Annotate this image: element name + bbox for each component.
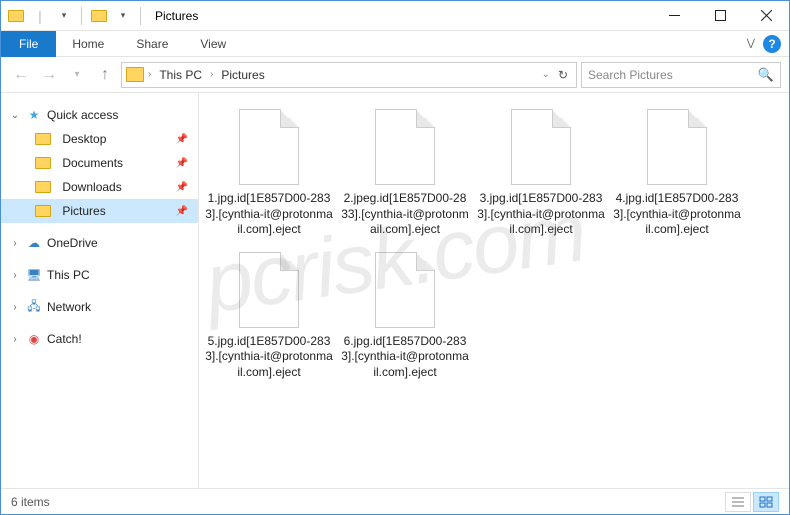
pin-icon: 📌	[176, 134, 188, 145]
star-icon: ★	[25, 108, 43, 122]
up-button[interactable]: ↑	[93, 63, 117, 87]
address-bar[interactable]: › This PC › Pictures ⌄ ↻	[121, 62, 577, 88]
sidebar-item-onedrive[interactable]: › ☁ OneDrive	[1, 231, 198, 255]
status-count: 6 items	[11, 495, 50, 509]
folder-icon	[35, 181, 51, 193]
quick-access-toolbar: | ▾ ▾	[1, 5, 149, 27]
file-item[interactable]: 3.jpg.id[1E857D00-2833].[cynthia-it@prot…	[477, 109, 605, 238]
sidebar-item-pictures[interactable]: Pictures 📌	[1, 199, 198, 223]
expand-ribbon-icon[interactable]: ⋁	[747, 38, 755, 49]
sidebar-item-downloads[interactable]: Downloads 📌	[1, 175, 198, 199]
tab-share[interactable]: Share	[120, 31, 184, 57]
file-item[interactable]: 4.jpg.id[1E857D00-2833].[cynthia-it@prot…	[613, 109, 741, 238]
folder-icon	[126, 67, 144, 82]
window-title: Pictures	[155, 9, 198, 23]
sidebar-item-label: Desktop	[62, 132, 106, 146]
file-name: 6.jpg.id[1E857D00-2833].[cynthia-it@prot…	[341, 334, 469, 381]
file-area[interactable]: 1.jpg.id[1E857D00-2833].[cynthia-it@prot…	[199, 93, 789, 489]
help-icon[interactable]: ?	[763, 35, 781, 53]
file-item[interactable]: 5.jpg.id[1E857D00-2833].[cynthia-it@prot…	[205, 252, 333, 381]
network-icon: 🖧	[25, 297, 43, 318]
dropdown-icon[interactable]: ⌄	[542, 69, 550, 80]
titlebar: | ▾ ▾ Pictures	[1, 1, 789, 31]
status-bar: 6 items	[1, 488, 789, 514]
chevron-right-icon[interactable]: ›	[210, 69, 213, 80]
search-input[interactable]: Search Pictures 🔍	[581, 62, 781, 88]
sidebar-item-label: Network	[47, 300, 91, 314]
navigation-bar: ← → ▾ ↑ › This PC › Pictures ⌄ ↻ Search …	[1, 57, 789, 93]
chevron-right-icon[interactable]: ›	[9, 334, 21, 345]
close-button[interactable]	[743, 1, 789, 31]
body-area: ⌄ ★ Quick access Desktop 📌 Documents 📌 D…	[1, 93, 789, 489]
breadcrumb-root[interactable]: This PC	[153, 63, 208, 87]
chevron-right-icon[interactable]: ›	[9, 238, 21, 249]
tab-view[interactable]: View	[184, 31, 242, 57]
recent-locations-icon[interactable]: ▾	[65, 63, 89, 87]
file-tab[interactable]: File	[1, 31, 56, 57]
file-name: 3.jpg.id[1E857D00-2833].[cynthia-it@prot…	[477, 191, 605, 238]
file-name: 2.jpeg.id[1E857D00-2833].[cynthia-it@pro…	[341, 191, 469, 238]
monitor-icon: 🖥	[25, 268, 43, 282]
cloud-icon: ☁	[25, 236, 43, 250]
ribbon: File Home Share View ⋁ ?	[1, 31, 789, 57]
file-item[interactable]: 1.jpg.id[1E857D00-2833].[cynthia-it@prot…	[205, 109, 333, 238]
window-controls	[651, 1, 789, 31]
sidebar-quick-access[interactable]: ⌄ ★ Quick access	[1, 103, 198, 127]
search-icon[interactable]: 🔍	[758, 67, 774, 83]
catch-icon: ◉	[25, 332, 43, 346]
file-name: 5.jpg.id[1E857D00-2833].[cynthia-it@prot…	[205, 334, 333, 381]
pin-icon: 📌	[176, 182, 188, 193]
minimize-button[interactable]	[651, 1, 697, 31]
sidebar-item-label: OneDrive	[47, 236, 98, 250]
folder-small-icon[interactable]	[88, 5, 110, 27]
maximize-button[interactable]	[697, 1, 743, 31]
file-icon	[239, 109, 299, 185]
navigation-pane: ⌄ ★ Quick access Desktop 📌 Documents 📌 D…	[1, 93, 199, 489]
back-button[interactable]: ←	[9, 63, 33, 87]
sidebar-item-network[interactable]: › 🖧 Network	[1, 295, 198, 319]
separator	[81, 7, 82, 25]
file-name: 4.jpg.id[1E857D00-2833].[cynthia-it@prot…	[613, 191, 741, 238]
file-item[interactable]: 2.jpeg.id[1E857D00-2833].[cynthia-it@pro…	[341, 109, 469, 238]
sidebar-item-label: This PC	[47, 268, 90, 282]
details-view-button[interactable]	[725, 492, 751, 512]
breadcrumb-current[interactable]: Pictures	[215, 63, 270, 87]
pin-icon: 📌	[176, 206, 188, 217]
icons-view-button[interactable]	[753, 492, 779, 512]
qat-dropdown-icon[interactable]: ▾	[112, 5, 134, 27]
sidebar-item-label: Catch!	[47, 332, 82, 346]
sidebar-item-label: Quick access	[47, 108, 118, 122]
pin-icon: 📌	[176, 158, 188, 169]
folder-icon	[35, 157, 51, 169]
folder-icon	[35, 133, 51, 145]
chevron-right-icon[interactable]: ›	[148, 69, 151, 80]
properties-icon[interactable]	[5, 5, 27, 27]
file-icon	[375, 109, 435, 185]
file-name: 1.jpg.id[1E857D00-2833].[cynthia-it@prot…	[205, 191, 333, 238]
file-icon	[239, 252, 299, 328]
qat-sep: |	[29, 5, 51, 27]
sidebar-item-desktop[interactable]: Desktop 📌	[1, 127, 198, 151]
qat-dropdown-icon[interactable]: ▾	[53, 5, 75, 27]
search-placeholder: Search Pictures	[588, 68, 673, 82]
chevron-down-icon[interactable]: ⌄	[9, 110, 21, 121]
chevron-right-icon[interactable]: ›	[9, 270, 21, 281]
folder-icon	[35, 205, 51, 217]
sidebar-item-this-pc[interactable]: › 🖥 This PC	[1, 263, 198, 287]
refresh-icon[interactable]: ↻	[558, 68, 568, 82]
file-icon	[375, 252, 435, 328]
file-icon	[511, 109, 571, 185]
file-icon	[647, 109, 707, 185]
file-item[interactable]: 6.jpg.id[1E857D00-2833].[cynthia-it@prot…	[341, 252, 469, 381]
sidebar-item-label: Pictures	[62, 204, 105, 218]
forward-button[interactable]: →	[37, 63, 61, 87]
sidebar-item-documents[interactable]: Documents 📌	[1, 151, 198, 175]
tab-home[interactable]: Home	[56, 31, 120, 57]
sidebar-item-catch[interactable]: › ◉ Catch!	[1, 327, 198, 351]
sidebar-item-label: Downloads	[62, 180, 121, 194]
sidebar-item-label: Documents	[62, 156, 123, 170]
chevron-right-icon[interactable]: ›	[9, 302, 21, 313]
separator	[140, 7, 141, 25]
